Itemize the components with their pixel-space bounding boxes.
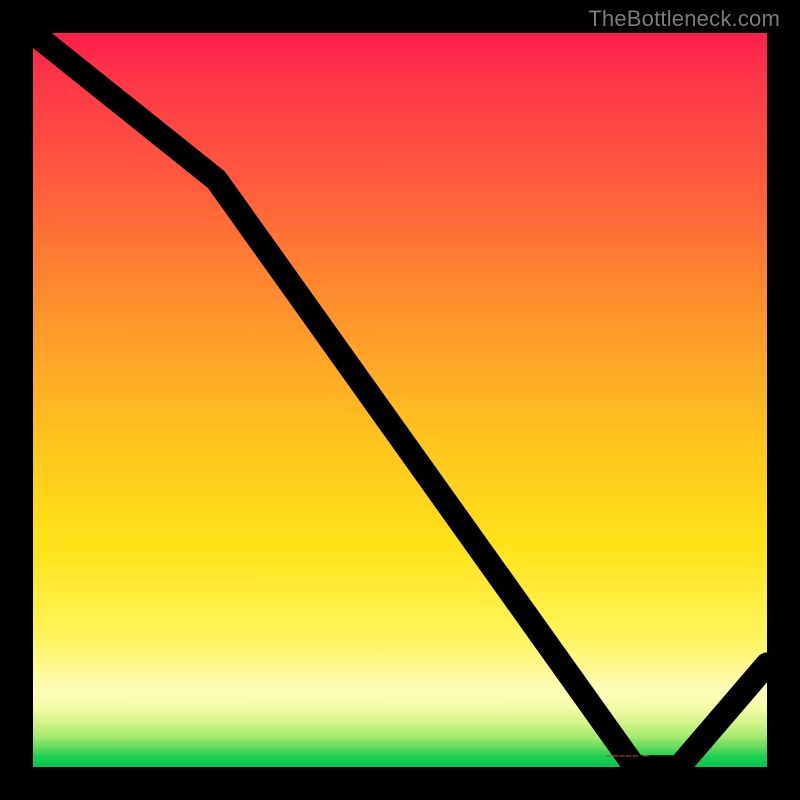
- attribution-text: TheBottleneck.com: [588, 6, 780, 32]
- plot-area: [33, 33, 767, 767]
- chart-frame: TheBottleneck.com ––––– –: [0, 0, 800, 800]
